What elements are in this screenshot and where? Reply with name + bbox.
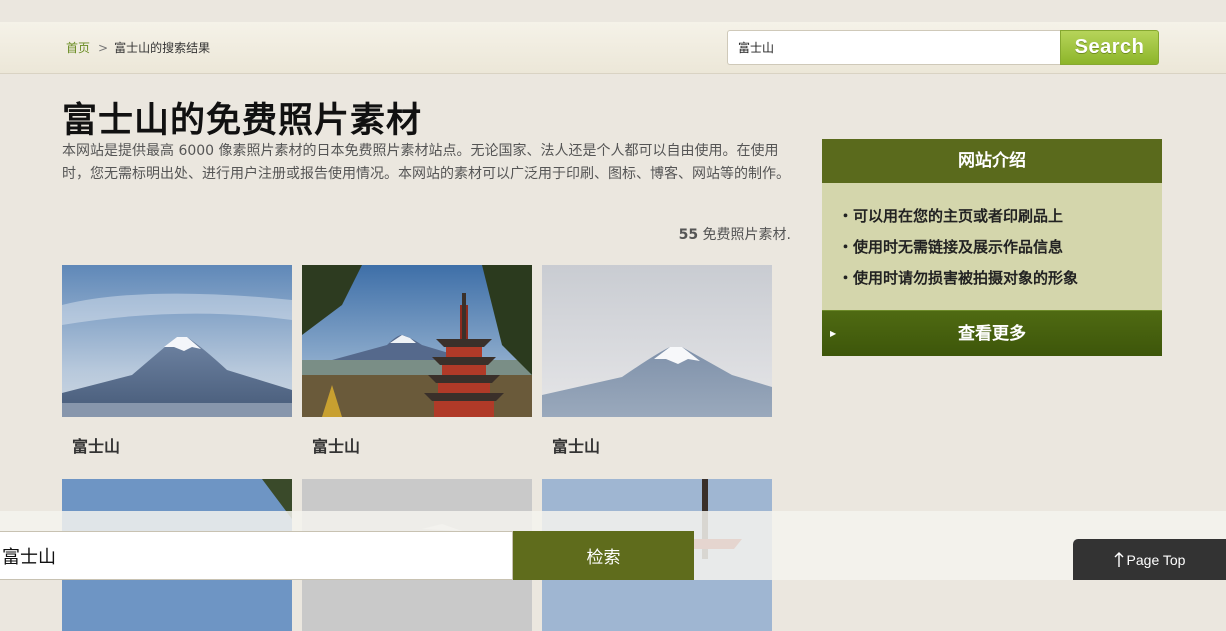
- photo-count-label: 免费照片素材.: [698, 227, 791, 243]
- see-more-label: 查看更多: [958, 324, 1026, 344]
- bottom-search-input[interactable]: [0, 531, 513, 580]
- search-input[interactable]: [727, 30, 1060, 65]
- sidebar-list-item: 使用时请勿损害被拍摄对象的形象: [838, 263, 1146, 294]
- photo-count: 55 免费照片素材.: [679, 224, 791, 244]
- header: 首页 > 富士山的搜索结果 Search: [0, 22, 1226, 74]
- intro-text: 本网站是提供最高 6000 像素照片素材的日本免费照片素材站点。无论国家、法人还…: [62, 143, 790, 182]
- sidebar-list: 可以用在您的主页或者印刷品上 使用时无需链接及展示作品信息 使用时请勿损害被拍摄…: [822, 183, 1162, 310]
- sidebar: 网站介绍 可以用在您的主页或者印刷品上 使用时无需链接及展示作品信息 使用时请勿…: [822, 139, 1162, 356]
- page-top-button[interactable]: Page Top: [1073, 539, 1226, 580]
- triangle-right-icon: ▶: [830, 329, 837, 338]
- breadcrumb: 首页 > 富士山的搜索结果: [66, 39, 210, 56]
- photo-thumbnail[interactable]: [62, 265, 292, 417]
- arrow-up-icon: [1114, 551, 1124, 567]
- photo-caption[interactable]: 富士山: [552, 433, 600, 457]
- photo-card[interactable]: 富士山: [302, 265, 532, 456]
- sidebar-list-item: 使用时无需链接及展示作品信息: [838, 232, 1146, 263]
- photo-card[interactable]: 富士山: [62, 265, 292, 456]
- search-button[interactable]: Search: [1060, 30, 1159, 65]
- photo-thumbnail[interactable]: [542, 265, 772, 417]
- photo-caption[interactable]: 富士山: [72, 433, 120, 457]
- photo-count-number: 55: [678, 227, 699, 243]
- page-top-label: Page Top: [1126, 551, 1186, 568]
- page-title: 富士山的免费照片素材: [62, 101, 423, 141]
- sidebar-list-item: 可以用在您的主页或者印刷品上: [838, 201, 1146, 232]
- sidebar-title: 网站介绍: [822, 139, 1162, 183]
- photo-caption[interactable]: 富士山: [312, 433, 360, 457]
- top-strip: [0, 0, 1226, 22]
- see-more-button[interactable]: ▶ 查看更多: [822, 310, 1162, 356]
- breadcrumb-home-link[interactable]: 首页: [66, 39, 90, 56]
- chevron-right-icon: >: [98, 40, 109, 55]
- bottom-search-button[interactable]: 检索: [513, 531, 694, 580]
- photo-card[interactable]: 富士山: [542, 265, 772, 456]
- breadcrumb-current: 富士山的搜索结果: [114, 41, 211, 55]
- photo-thumbnail[interactable]: [302, 265, 532, 417]
